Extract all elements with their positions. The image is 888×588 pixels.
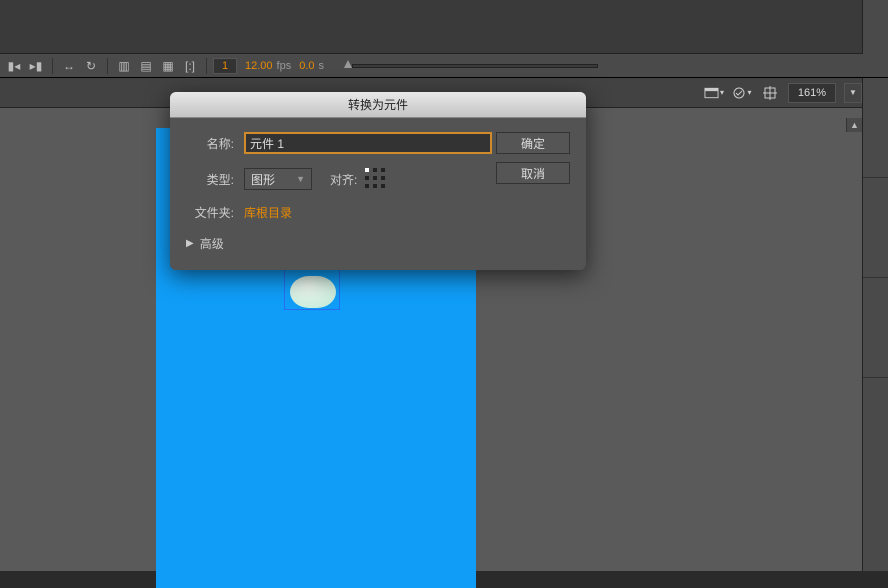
triangle-right-icon: ▶ [186,238,194,249]
zoom-dropdown[interactable]: ▼ [844,83,862,103]
panel-collapsed[interactable] [863,178,888,278]
center-frame-icon[interactable]: ↔ [59,57,79,75]
seconds-value[interactable]: 0.0 [299,60,314,72]
convert-to-symbol-dialog: 转换为元件 名称: 类型: 图形 ▼ 对齐: 文件夹: 库根目录 ▶ 高级 [170,92,586,270]
ok-button[interactable]: 确定 [496,132,570,154]
type-label: 类型: [186,171,234,188]
slider-bar [352,64,598,68]
chevron-down-icon: ▼ [296,174,305,184]
folder-label: 文件夹: [186,204,234,221]
fit-screen-icon[interactable] [760,83,780,103]
go-end-icon[interactable]: ▸▮ [26,57,46,75]
fps-value[interactable]: 12.00 [245,60,273,72]
scene-menu-icon[interactable]: ▾ [704,83,724,103]
folder-link[interactable]: 库根目录 [244,204,292,221]
marker-icon[interactable]: [:] [180,57,200,75]
advanced-toggle[interactable]: ▶ 高级 [186,235,570,252]
dialog-buttons: 确定 取消 [496,132,570,184]
slider-caret-icon [344,60,352,68]
zoom-input[interactable]: 161% [788,83,836,103]
panel-collapsed[interactable] [863,78,888,178]
top-panel [0,0,888,54]
right-panel-strip [862,78,888,571]
registration-grid[interactable] [365,168,387,190]
type-value: 图形 [251,171,275,188]
fps-unit: fps [277,60,292,72]
divider [107,58,108,74]
loop-icon[interactable]: ↻ [81,57,101,75]
dialog-body: 名称: 类型: 图形 ▼ 对齐: 文件夹: 库根目录 ▶ 高级 确定 [170,118,586,270]
divider [52,58,53,74]
current-frame-input[interactable]: 1 [213,58,237,74]
go-start-icon[interactable]: ▮◂ [4,57,24,75]
right-top-panel [862,0,888,54]
symbol-edit-icon[interactable]: ▾ [732,83,752,103]
onion-outline-icon[interactable]: ▤ [136,57,156,75]
align-label: 对齐: [330,171,357,188]
panel-collapsed[interactable] [863,278,888,378]
selection-box [284,268,340,310]
type-dropdown[interactable]: 图形 ▼ [244,168,312,190]
timeline-slider[interactable] [338,61,598,71]
divider [206,58,207,74]
advanced-label: 高级 [200,235,224,252]
dialog-title: 转换为元件 [170,92,586,118]
name-label: 名称: [186,135,234,152]
seconds-unit: s [319,60,325,72]
timeline-toolbar: ▮◂ ▸▮ ↔ ↻ ▥ ▤ ▦ [:] 1 12.00 fps 0.0 s [0,54,888,78]
edit-multi-icon[interactable]: ▦ [158,57,178,75]
name-input[interactable] [244,132,492,154]
onion-icon[interactable]: ▥ [114,57,134,75]
scrollbar-up-icon[interactable]: ▲ [846,118,862,132]
cancel-button[interactable]: 取消 [496,162,570,184]
